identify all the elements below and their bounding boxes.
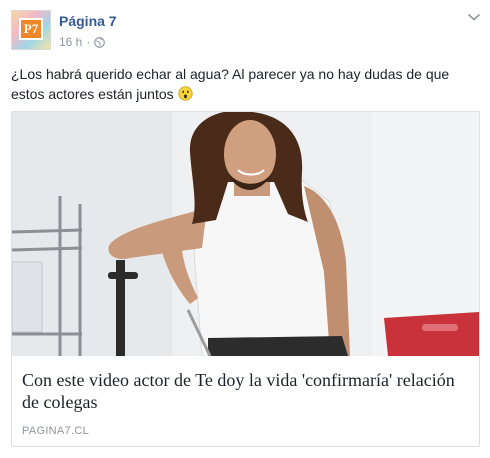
post-meta: 16 h ·: [59, 35, 106, 49]
globe-icon[interactable]: [94, 36, 106, 48]
caption-text: ¿Los habrá querido echar al agua? Al par…: [11, 66, 450, 102]
page-avatar[interactable]: P7: [11, 10, 51, 50]
link-title[interactable]: Con este video actor de Te doy la vida '…: [22, 369, 470, 413]
surprised-face-icon: [177, 86, 193, 101]
link-domain: PAGINA7.CL: [22, 425, 89, 437]
chevron-down-icon[interactable]: [467, 12, 481, 22]
meta-separator: ·: [86, 35, 91, 49]
post-header: P7 Página 7 16 h ·: [11, 10, 481, 52]
page-name-link[interactable]: Página 7: [59, 13, 117, 29]
link-preview-image[interactable]: [12, 112, 479, 356]
post-caption: ¿Los habrá querido echar al agua? Al par…: [11, 64, 477, 104]
timestamp-link[interactable]: 16 h: [59, 35, 82, 49]
avatar-logo: P7: [19, 18, 43, 40]
link-preview-card[interactable]: Con este video actor de Te doy la vida '…: [11, 111, 480, 447]
